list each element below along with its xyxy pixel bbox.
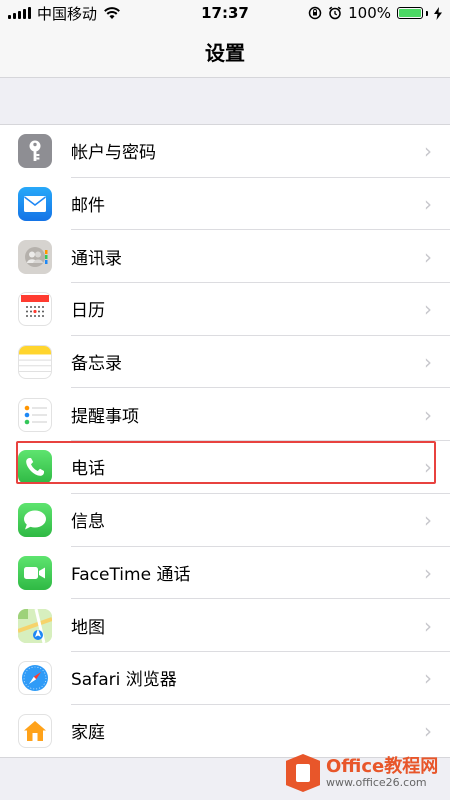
carrier-label: 中国移动: [37, 4, 98, 23]
safari-icon: [18, 661, 52, 696]
phone-icon: [18, 450, 52, 485]
settings-row-accounts[interactable]: 帐户与密码 ›: [0, 125, 450, 178]
settings-row-phone[interactable]: 电话 ›: [0, 441, 450, 494]
chevron-right-icon: ›: [424, 192, 432, 217]
calendar-icon: [18, 292, 52, 327]
settings-list: 帐户与密码 › 邮件 › 通讯录 › 日历 › 备忘录 › 提醒事项 › 电话 …: [0, 124, 450, 759]
status-right: 100%: [308, 4, 442, 22]
chevron-right-icon: ›: [424, 718, 432, 743]
watermark-url: www.office26.com: [326, 775, 427, 789]
alarm-icon: [329, 6, 342, 20]
reminders-icon: [18, 397, 52, 432]
charging-icon: [434, 6, 442, 20]
key-icon: [18, 134, 52, 169]
settings-row-label: 通讯录: [71, 230, 450, 284]
nav-bar: 设置: [0, 26, 450, 78]
settings-row-label: FaceTime 通话: [71, 547, 450, 600]
signal-icon: [8, 7, 31, 19]
settings-row-label: 帐户与密码: [71, 125, 450, 178]
wifi-icon: [104, 7, 120, 19]
chevron-right-icon: ›: [424, 139, 432, 164]
chevron-right-icon: ›: [424, 508, 432, 533]
chevron-right-icon: ›: [424, 244, 432, 269]
chevron-right-icon: ›: [424, 402, 432, 427]
settings-row-label: 电话: [71, 441, 450, 494]
settings-row-label: Safari 浏览器: [71, 652, 450, 705]
settings-row-mail[interactable]: 邮件 ›: [0, 178, 450, 231]
chevron-right-icon: ›: [424, 350, 432, 375]
settings-row-reminders[interactable]: 提醒事项 ›: [0, 388, 450, 442]
chevron-right-icon: ›: [424, 297, 432, 322]
settings-row-label: 提醒事项: [71, 388, 450, 442]
chevron-right-icon: ›: [424, 560, 432, 585]
messages-icon: [18, 503, 52, 538]
notes-icon: [18, 345, 52, 380]
settings-row-label: 信息: [71, 494, 450, 547]
page-title: 设置: [205, 41, 245, 65]
home-icon: [18, 713, 52, 748]
chevron-right-icon: ›: [424, 666, 432, 691]
settings-row-facetime[interactable]: FaceTime 通话 ›: [0, 547, 450, 600]
facetime-icon: [18, 555, 52, 590]
settings-row-notes[interactable]: 备忘录 ›: [0, 336, 450, 389]
chevron-right-icon: ›: [424, 455, 432, 480]
settings-row-contacts[interactable]: 通讯录 ›: [0, 230, 450, 284]
rotation-lock-icon: [308, 6, 322, 20]
settings-row-calendar[interactable]: 日历 ›: [0, 283, 450, 336]
maps-icon: [18, 608, 52, 643]
settings-row-safari[interactable]: Safari 浏览器 ›: [0, 652, 450, 705]
status-left: 中国移动: [8, 3, 121, 24]
settings-row-label: 地图: [71, 599, 450, 652]
mail-icon: [18, 187, 52, 222]
office-logo-icon: [286, 754, 320, 792]
contacts-icon: [18, 239, 52, 274]
status-bar: 中国移动 17:37 100%: [0, 0, 450, 26]
watermark: Office教程网 www.office26.com: [286, 750, 446, 796]
settings-row-label: 备忘录: [71, 336, 450, 389]
settings-row-label: 日历: [71, 283, 450, 336]
watermark-title: Office教程网: [326, 756, 439, 778]
battery-icon: [397, 7, 428, 19]
settings-row-maps[interactable]: 地图 ›: [0, 599, 450, 652]
settings-row-label: 邮件: [71, 178, 450, 231]
chevron-right-icon: ›: [424, 613, 432, 638]
battery-percent: 100%: [348, 4, 391, 22]
settings-row-messages[interactable]: 信息 ›: [0, 494, 450, 547]
